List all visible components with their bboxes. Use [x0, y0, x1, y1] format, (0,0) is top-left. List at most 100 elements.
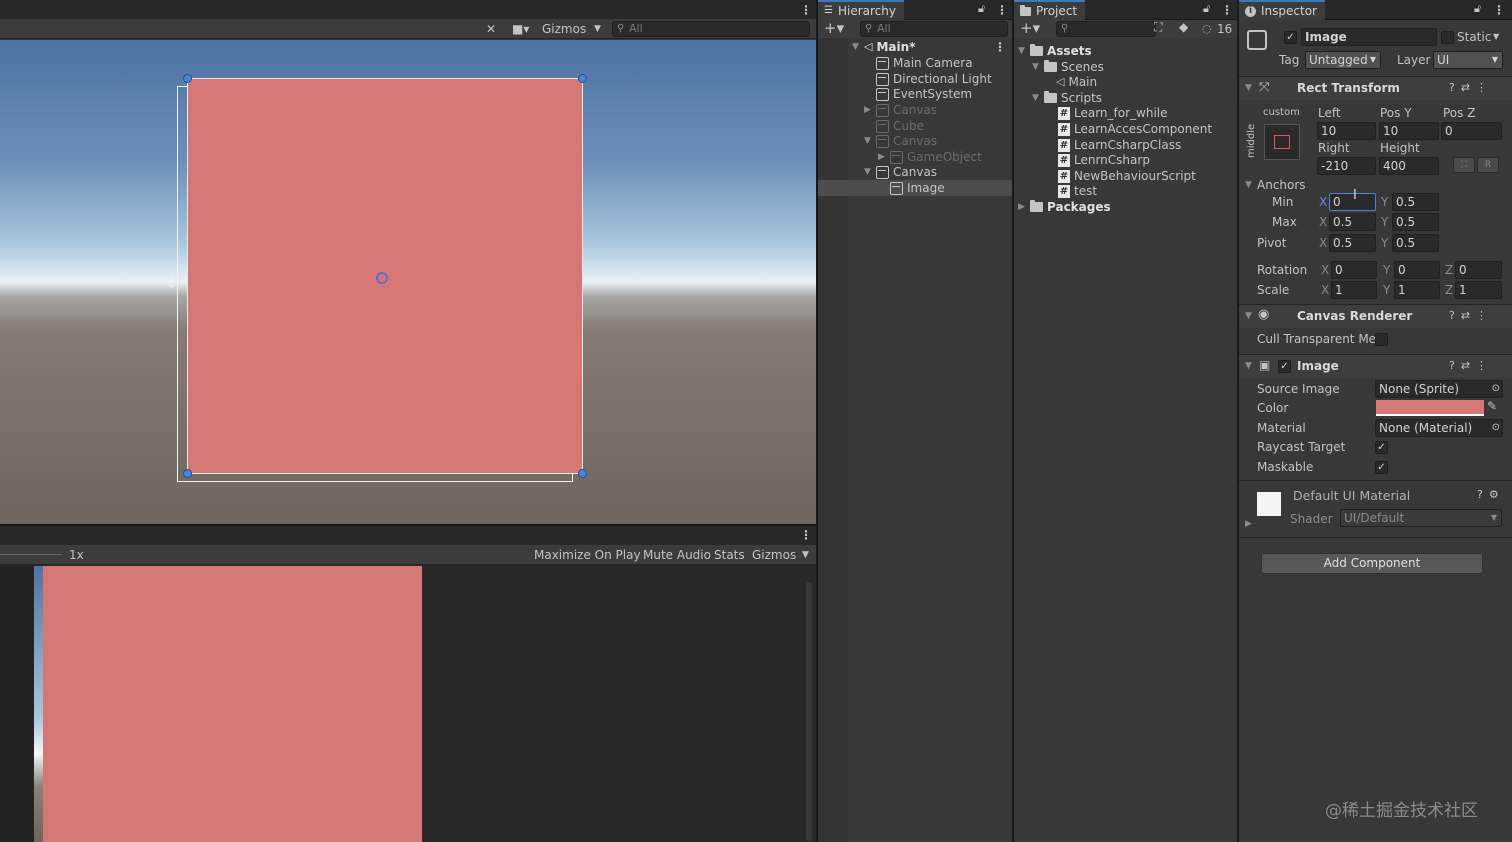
object-picker-icon[interactable]: ⊙ — [1492, 420, 1500, 436]
expand-arrow-icon[interactable]: ▼ — [852, 39, 860, 55]
add-icon[interactable]: +▾ — [824, 19, 844, 37]
list-item[interactable]: Cube — [876, 118, 924, 134]
list-item[interactable]: # LearnAccesComponent — [1058, 121, 1212, 137]
maximize-on-play-button[interactable]: Maximize On Play — [530, 545, 645, 565]
expand-arrow-icon[interactable]: ▼ — [864, 133, 872, 149]
static-label[interactable]: Static — [1457, 28, 1491, 46]
add-icon[interactable]: +▾ — [1020, 19, 1040, 37]
pivot-x-field[interactable]: 0.5 — [1329, 234, 1376, 252]
list-item[interactable]: ▼ Canvas — [864, 133, 937, 149]
expand-arrow-icon[interactable]: ▼ — [1032, 59, 1040, 75]
component-header-icons[interactable]: ?⇄⋮ — [1449, 78, 1493, 98]
component-header-icons[interactable]: ?⇄⋮ — [1449, 356, 1493, 376]
list-item[interactable]: ▼ Scenes — [1032, 59, 1104, 75]
pivot-icon[interactable] — [376, 272, 388, 284]
color-swatch[interactable] — [1376, 400, 1484, 416]
rect-handle-bl[interactable] — [183, 469, 192, 478]
anchors-fold-icon[interactable]: ▼ — [1245, 175, 1252, 195]
mute-audio-button[interactable]: Mute Audio — [639, 545, 715, 565]
object-picker-icon[interactable]: ⊙ — [1492, 381, 1500, 397]
canvas-renderer-header[interactable]: ▼ ◉ Canvas Renderer ?⇄⋮ — [1239, 304, 1512, 328]
filter-label-icon[interactable]: ◆ — [1179, 20, 1188, 34]
filter-type-icon[interactable]: ⛶ — [1154, 20, 1162, 35]
rotation-x-field[interactable]: 0 — [1331, 261, 1377, 279]
project-menu-icon[interactable]: ⋮ — [1221, 3, 1233, 17]
tab-project[interactable]: Project — [1014, 0, 1086, 20]
anchor-preset-button[interactable] — [1264, 124, 1300, 160]
tab-hierarchy[interactable]: ☰ Hierarchy — [818, 0, 904, 20]
list-item[interactable]: Directional Light — [876, 71, 992, 87]
list-item[interactable]: ▼ Assets — [1018, 43, 1092, 59]
gizmos-button[interactable]: Gizmos — [538, 19, 590, 39]
lock-icon[interactable]: 🔓︎ — [1203, 2, 1210, 16]
material-fold-icon[interactable]: ▶ — [1245, 514, 1252, 534]
list-item[interactable]: ▶ GameObject — [878, 149, 982, 165]
expand-arrow-icon[interactable]: ▶ — [864, 102, 872, 118]
tab-inspector[interactable]: i Inspector — [1239, 0, 1325, 20]
left-field[interactable]: 10 — [1317, 122, 1376, 140]
static-checkbox[interactable] — [1441, 31, 1454, 44]
list-item[interactable]: Image — [890, 180, 945, 196]
right-field[interactable]: -210 — [1317, 157, 1376, 175]
fold-arrow-icon[interactable]: ▼ — [1245, 306, 1252, 326]
hierarchy-menu-icon[interactable]: ⋮ — [996, 3, 1008, 17]
game-scrollbar[interactable] — [806, 582, 812, 842]
scale-x-field[interactable]: 1 — [1331, 281, 1377, 299]
posz-field[interactable]: 0 — [1441, 122, 1502, 140]
project-search-input[interactable]: ⚲ — [1056, 21, 1156, 37]
rect-handle-br[interactable] — [578, 469, 587, 478]
expand-arrow-icon[interactable]: ▶ — [1018, 199, 1026, 215]
gizmos-dropdown-icon[interactable]: ▼ — [590, 19, 605, 39]
game-gizmos-dropdown-icon[interactable]: ▼ — [798, 545, 813, 565]
rotation-z-field[interactable]: 0 — [1455, 261, 1502, 279]
material-field[interactable]: None (Material) ⊙ — [1375, 419, 1503, 437]
anchor-max-x-field[interactable]: 0.5 — [1329, 213, 1376, 231]
anchor-max-y-field[interactable]: 0.5 — [1392, 213, 1439, 231]
expand-arrow-icon[interactable]: ▼ — [1032, 90, 1040, 106]
scale-z-field[interactable]: 1 — [1455, 281, 1502, 299]
list-item[interactable]: Main Camera — [876, 55, 973, 71]
list-item[interactable]: # Learn_for_while — [1058, 105, 1168, 121]
list-item[interactable]: EventSystem — [876, 86, 972, 102]
posy-field[interactable]: 10 — [1379, 122, 1439, 140]
pivot-y-field[interactable]: 0.5 — [1392, 234, 1439, 252]
expand-arrow-icon[interactable]: ▼ — [1018, 43, 1026, 59]
camera-icon[interactable]: ■▾ — [508, 19, 533, 39]
rect-handle-tl[interactable] — [183, 74, 192, 83]
list-item[interactable]: # NewBehaviourScript — [1058, 168, 1196, 184]
scene-menu-icon[interactable]: ⋮ — [800, 3, 812, 17]
list-item[interactable]: ▼ Canvas — [864, 164, 937, 180]
rect-transform-header[interactable]: ▼ ⤧ Rect Transform ?⇄⋮ — [1239, 76, 1512, 100]
list-item[interactable]: ▶ Canvas — [864, 102, 937, 118]
shader-dropdown[interactable]: UI/Default ▼ — [1340, 509, 1502, 527]
active-checkbox[interactable]: ✓ — [1284, 31, 1297, 44]
scene-item-menu-icon[interactable]: ⋮ — [994, 40, 1006, 54]
static-dropdown-icon[interactable]: ▼ — [1493, 28, 1499, 46]
game-gizmos-button[interactable]: Gizmos — [748, 545, 800, 565]
list-item[interactable]: ▼ Scripts — [1032, 90, 1102, 106]
list-item[interactable]: # test — [1058, 183, 1097, 199]
anchor-min-y-field[interactable]: 0.5 — [1392, 193, 1439, 211]
image-enabled-checkbox[interactable]: ✓ — [1278, 360, 1291, 373]
scene-search-input[interactable]: ⚲ All — [612, 21, 810, 37]
component-header-icons[interactable]: ?⇄⋮ — [1449, 306, 1493, 326]
material-header-icons[interactable]: ?⚙ — [1477, 485, 1505, 505]
expand-arrow-icon[interactable]: ▼ — [864, 164, 872, 180]
layer-dropdown[interactable]: UI ▼ — [1433, 51, 1503, 69]
tools-icon[interactable]: ✕ — [482, 19, 500, 39]
object-name-field[interactable]: Image — [1301, 28, 1437, 46]
expand-arrow-icon[interactable]: ▶ — [878, 149, 886, 165]
fold-arrow-icon[interactable]: ▼ — [1245, 78, 1252, 98]
eyedropper-icon[interactable]: ✎ — [1487, 399, 1497, 413]
hierarchy-search-input[interactable]: ⚲ All — [860, 21, 1008, 37]
raycast-target-checkbox[interactable]: ✓ — [1375, 441, 1388, 454]
tag-dropdown[interactable]: Untagged ▼ — [1305, 51, 1381, 69]
list-item[interactable]: # LearnCsharpClass — [1058, 137, 1181, 153]
game-menu-icon[interactable]: ⋮ — [800, 528, 812, 542]
height-field[interactable]: 400 — [1379, 157, 1439, 175]
lock-icon[interactable]: 🔓︎ — [1474, 2, 1481, 16]
inspector-menu-icon[interactable]: ⋮ — [1493, 3, 1505, 17]
hidden-packages-icon[interactable]: ◌ — [1202, 22, 1212, 35]
scale-y-field[interactable]: 1 — [1394, 281, 1440, 299]
material-name[interactable]: Default UI Material — [1293, 487, 1410, 505]
